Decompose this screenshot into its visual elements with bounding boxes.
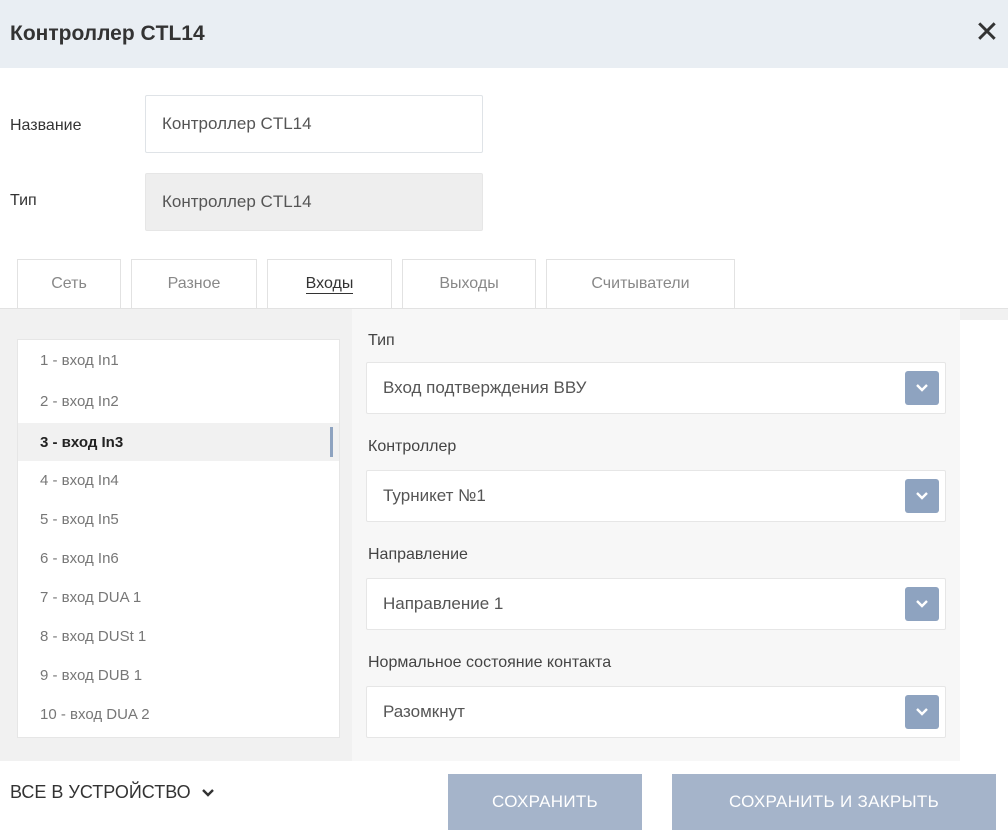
inputs-list[interactable]: 1 - вход In1 2 - вход In2 3 - вход In3 4…: [17, 339, 340, 738]
list-item[interactable]: 5 - вход In5: [18, 500, 339, 538]
save-button[interactable]: СОХРАНИТЬ: [448, 774, 642, 830]
chevron-down-icon[interactable]: [905, 371, 939, 405]
input-type-label: Тип: [368, 332, 395, 349]
all-to-device-label: ВСЕ В УСТРОЙСТВО: [10, 782, 191, 802]
tab-readers[interactable]: Считыватели: [546, 259, 735, 309]
contact-state-select[interactable]: Разомкнут: [366, 686, 946, 738]
chevron-down-icon: [201, 788, 215, 798]
tab-misc[interactable]: Разное: [131, 259, 257, 309]
direction-select[interactable]: Направление 1: [366, 578, 946, 630]
list-item[interactable]: 7 - вход DUA 1: [18, 578, 339, 616]
controller-select[interactable]: Турникет №1: [366, 470, 946, 522]
input-type-value: Вход подтверждения ВВУ: [383, 378, 587, 397]
panel-edge: [960, 320, 1008, 761]
list-item[interactable]: 1 - вход In1: [18, 341, 339, 379]
contact-state-value: Разомкнут: [383, 702, 465, 721]
tab-bar: Сеть Разное Входы Выходы Считыватели: [17, 259, 745, 309]
chevron-down-icon[interactable]: [905, 479, 939, 513]
list-item[interactable]: 10 - вход DUA 2: [18, 695, 339, 733]
type-label: Тип: [10, 192, 37, 209]
list-item[interactable]: 9 - вход DUB 1: [18, 656, 339, 694]
name-label: Название: [10, 117, 82, 134]
close-icon[interactable]: ✕: [972, 18, 1002, 48]
input-type-select[interactable]: Вход подтверждения ВВУ: [366, 362, 946, 414]
tab-network[interactable]: Сеть: [17, 259, 121, 309]
tab-outputs[interactable]: Выходы: [402, 259, 536, 309]
dialog-title: Контроллер CTL14: [10, 22, 205, 45]
all-to-device-dropdown[interactable]: ВСЕ В УСТРОЙСТВО: [10, 782, 215, 803]
contact-state-label: Нормальное состояние контакта: [368, 654, 612, 671]
chevron-down-icon[interactable]: [905, 695, 939, 729]
list-item-selected[interactable]: 3 - вход In3: [18, 423, 339, 461]
list-item[interactable]: 2 - вход In2: [18, 382, 339, 420]
controller-value: Турникет №1: [383, 486, 486, 505]
list-item[interactable]: 4 - вход In4: [18, 461, 339, 499]
list-item[interactable]: 6 - вход In6: [18, 539, 339, 577]
save-and-close-button[interactable]: СОХРАНИТЬ И ЗАКРЫТЬ: [672, 774, 996, 830]
list-item[interactable]: 8 - вход DUSt 1: [18, 617, 339, 655]
dialog-titlebar: Контроллер CTL14 ✕: [0, 0, 1008, 68]
name-input[interactable]: Контроллер CTL14: [145, 95, 483, 153]
chevron-down-icon[interactable]: [905, 587, 939, 621]
direction-label: Направление: [368, 546, 468, 563]
direction-value: Направление 1: [383, 594, 504, 613]
tab-inputs[interactable]: Входы: [267, 259, 392, 309]
type-field: Контроллер CTL14: [145, 173, 483, 231]
controller-label: Контроллер: [368, 438, 457, 455]
